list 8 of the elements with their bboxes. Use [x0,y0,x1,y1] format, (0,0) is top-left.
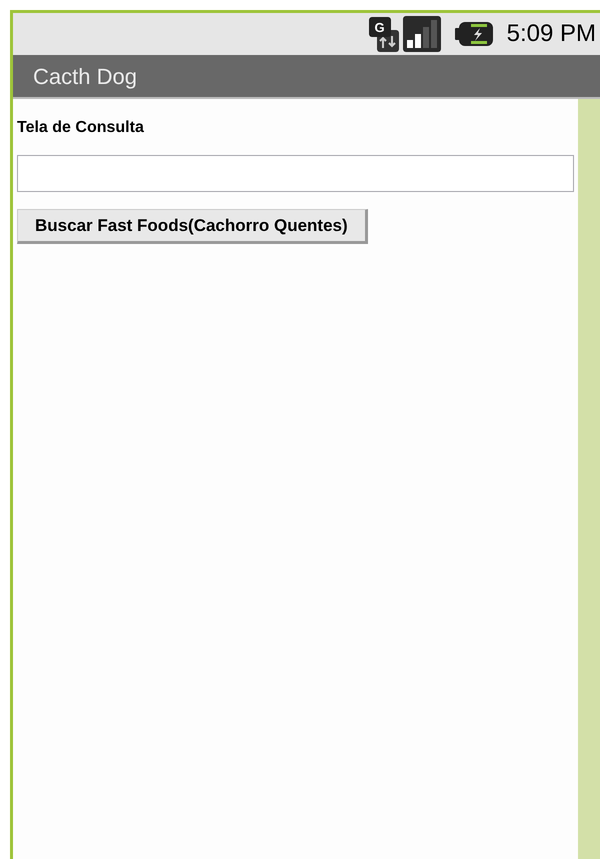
app-title: Cacth Dog [33,62,137,91]
search-field[interactable] [17,155,574,192]
network-letter: G [368,17,391,37]
battery-icon [454,20,493,48]
status-time: 5:09 PM [506,19,596,49]
search-button[interactable]: Buscar Fast Foods(Cachorro Quentes) [17,209,368,244]
signal-icon [402,16,441,52]
screen-label: Tela de Consulta [17,118,144,138]
